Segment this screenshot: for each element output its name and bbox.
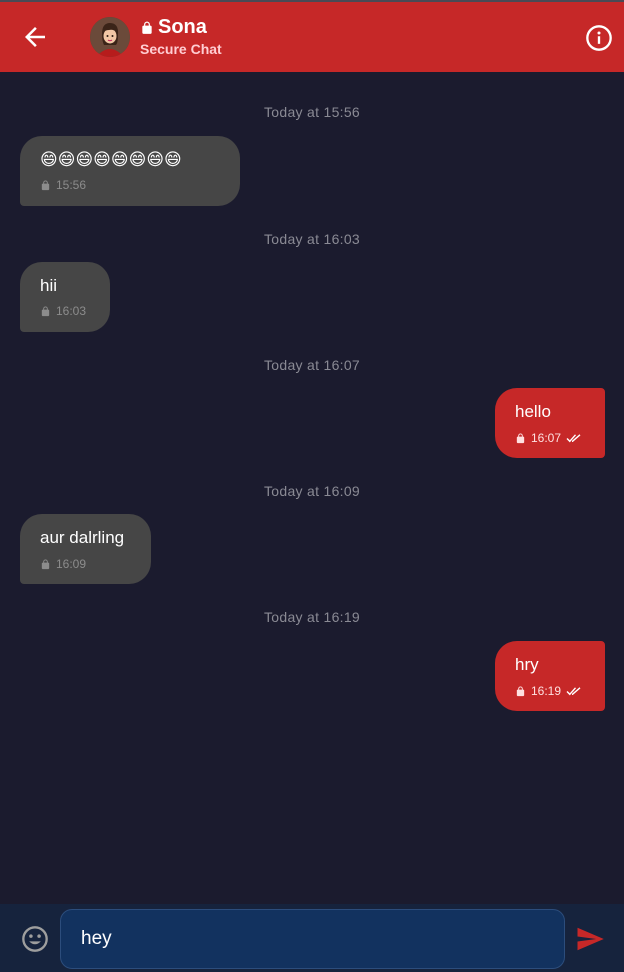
emoji-icon[interactable]	[21, 925, 49, 953]
message-time: 15:56	[56, 178, 87, 192]
message-meta: 16:19	[515, 684, 582, 698]
back-arrow-icon[interactable]	[20, 22, 50, 52]
double-check-icon	[566, 687, 581, 696]
chat-subtitle: Secure Chat	[140, 41, 222, 57]
message-time: 16:07	[531, 431, 562, 445]
date-separator: Today at 15:56	[263, 104, 361, 120]
message-text: 😄😄😄😄😄😄😄😄	[40, 150, 182, 169]
message-meta: 15:56	[40, 178, 86, 192]
message-input-box[interactable]	[60, 909, 565, 969]
message-bubble-incoming[interactable]: 😄😄😄😄😄😄😄😄 15:56	[20, 136, 240, 206]
message-text: aur dalrling	[40, 528, 125, 547]
composer-bar	[0, 904, 624, 972]
message-meta: 16:07	[515, 431, 582, 445]
date-separator: Today at 16:09	[263, 483, 361, 499]
message-meta: 16:09	[40, 557, 86, 571]
lock-icon	[41, 305, 50, 316]
message-list[interactable]: Today at 15:56 😄😄😄😄😄😄😄😄 15:56 Today at 1…	[0, 72, 624, 904]
message-bubble-incoming[interactable]: hii 16:03	[20, 262, 110, 332]
message-input[interactable]	[81, 910, 551, 968]
double-check-icon	[566, 434, 581, 443]
app-bar: Sona Secure Chat	[0, 2, 624, 72]
message-text: hry	[515, 655, 539, 674]
message-text: hii	[40, 276, 58, 295]
message-text: hello	[515, 402, 551, 421]
send-icon[interactable]	[574, 924, 606, 954]
contact-name: Sona	[158, 16, 207, 38]
chat-title: Sona	[140, 16, 207, 39]
date-separator: Today at 16:03	[263, 231, 361, 247]
message-bubble-outgoing[interactable]: hry 16:19	[495, 641, 605, 711]
message-time: 16:09	[56, 557, 87, 571]
lock-icon	[41, 179, 50, 190]
date-separator: Today at 16:19	[263, 609, 361, 625]
message-time: 16:19	[531, 684, 562, 698]
message-bubble-incoming[interactable]: aur dalrling 16:09	[20, 514, 151, 584]
lock-icon	[41, 558, 50, 569]
lock-icon	[516, 432, 525, 443]
lock-icon	[142, 21, 152, 34]
message-meta: 16:03	[40, 304, 86, 318]
message-time: 16:03	[56, 304, 87, 318]
message-bubble-outgoing[interactable]: hello 16:07	[495, 388, 605, 458]
lock-icon	[516, 685, 525, 696]
date-separator: Today at 16:07	[263, 357, 361, 373]
info-icon[interactable]	[585, 24, 613, 52]
avatar[interactable]	[90, 17, 130, 57]
